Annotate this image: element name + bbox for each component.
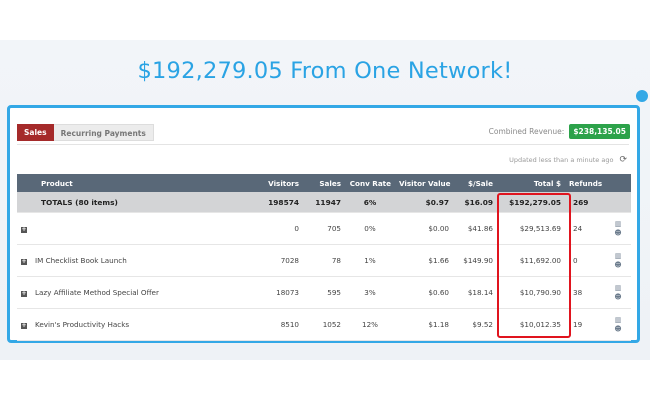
- sales-table: Product Visitors Sales Conv Rate Visitor…: [17, 174, 631, 341]
- row-refunds: 19: [565, 308, 605, 341]
- col-refunds[interactable]: Refunds: [565, 174, 605, 192]
- row-total: $10,012.35: [497, 308, 565, 341]
- tab-sales[interactable]: Sales: [17, 124, 54, 141]
- chart-icon[interactable]: ▥: [615, 252, 622, 260]
- totals-refunds: 269: [565, 192, 605, 213]
- totals-visitors: 198574: [245, 192, 303, 213]
- row-visitor-value: $1.18: [395, 308, 453, 341]
- row-actions: ▥ ☻: [605, 244, 631, 277]
- col-total[interactable]: Total $: [497, 174, 565, 192]
- row-total: $29,513.69: [497, 212, 565, 245]
- update-status-text: Updated less than a minute ago: [509, 156, 614, 164]
- row-visitor-value: $1.66: [395, 244, 453, 277]
- row-product: Lazy Affiliate Method Special Offer: [35, 288, 159, 297]
- row-visitors: 0: [245, 212, 303, 245]
- users-icon[interactable]: ☻: [614, 261, 621, 269]
- row-visitor-value: $0.00: [395, 212, 453, 245]
- users-icon[interactable]: ☻: [614, 229, 621, 237]
- users-icon[interactable]: ☻: [614, 325, 621, 333]
- row-product-cell: + Kevin's Productivity Hacks: [17, 308, 245, 341]
- expand-icon[interactable]: +: [21, 323, 27, 329]
- headline: $192,279.05 From One Network!: [137, 58, 513, 84]
- col-per-sale[interactable]: $/Sale: [453, 174, 497, 192]
- col-sales[interactable]: Sales: [303, 174, 345, 192]
- row-refunds: 38: [565, 276, 605, 309]
- frame-knob: [636, 90, 648, 102]
- row-conv-rate: 0%: [345, 212, 395, 245]
- combined-revenue: Combined Revenue: $238,135.05: [489, 124, 630, 139]
- col-conv-rate[interactable]: Conv Rate: [345, 174, 395, 192]
- row-sales: 1052: [303, 308, 345, 341]
- row-actions: ▥ ☻: [605, 212, 631, 245]
- col-visitor-value[interactable]: Visitor Value: [395, 174, 453, 192]
- combined-revenue-badge: $238,135.05: [569, 124, 630, 139]
- totals-conv-rate: 6%: [345, 192, 395, 213]
- row-visitor-value: $0.60: [395, 276, 453, 309]
- table-header: Product Visitors Sales Conv Rate Visitor…: [17, 174, 631, 192]
- row-product-cell: + Lazy Affiliate Method Special Offer: [17, 276, 245, 309]
- chart-icon[interactable]: ▥: [615, 220, 622, 228]
- chart-icon[interactable]: ▥: [615, 316, 622, 324]
- row-total: $11,692.00: [497, 244, 565, 277]
- row-refunds: 0: [565, 244, 605, 277]
- table-row: + IM Checklist Book Launch 7028 78 1% $1.…: [17, 244, 631, 277]
- row-actions: ▥ ☻: [605, 276, 631, 309]
- table-row: + Kevin's Productivity Hacks 8510 1052 12…: [17, 308, 631, 341]
- chart-icon[interactable]: ▥: [615, 284, 622, 292]
- row-per-sale: $18.14: [453, 276, 497, 309]
- row-sales: 78: [303, 244, 345, 277]
- tab-recurring-payments[interactable]: Recurring Payments: [53, 124, 154, 141]
- col-visitors[interactable]: Visitors: [245, 174, 303, 192]
- row-visitors: 8510: [245, 308, 303, 341]
- expand-icon[interactable]: +: [21, 227, 27, 233]
- row-conv-rate: 3%: [345, 276, 395, 309]
- col-actions: [605, 174, 631, 192]
- row-product-cell: +: [17, 212, 245, 245]
- expand-icon[interactable]: +: [21, 291, 27, 297]
- combined-revenue-label: Combined Revenue:: [488, 127, 565, 136]
- divider: [17, 144, 629, 145]
- row-refunds: 24: [565, 212, 605, 245]
- expand-icon[interactable]: +: [21, 259, 27, 265]
- totals-product: TOTALS (80 items): [17, 192, 245, 213]
- row-per-sale: $9.52: [453, 308, 497, 341]
- users-icon[interactable]: ☻: [614, 293, 621, 301]
- totals-total: $192,279.05: [497, 192, 565, 213]
- row-conv-rate: 12%: [345, 308, 395, 341]
- totals-sales: 11947: [303, 192, 345, 213]
- row-total: $10,790.90: [497, 276, 565, 309]
- row-product-cell: + IM Checklist Book Launch: [17, 244, 245, 277]
- totals-row: TOTALS (80 items) 198574 11947 6% $0.97 …: [17, 192, 631, 213]
- row-per-sale: $41.86: [453, 212, 497, 245]
- row-conv-rate: 1%: [345, 244, 395, 277]
- table-row: + 0 705 0% $0.00 $41.86 $29,513.69 24 ▥ ☻: [17, 212, 631, 245]
- dashboard-card: Sales Recurring Payments Combined Revenu…: [7, 105, 640, 343]
- tab-bar: Sales Recurring Payments: [17, 124, 154, 141]
- refresh-icon[interactable]: ⟳: [619, 155, 627, 165]
- row-actions: ▥ ☻: [605, 308, 631, 341]
- row-product: IM Checklist Book Launch: [35, 256, 127, 265]
- row-sales: 595: [303, 276, 345, 309]
- row-product: Kevin's Productivity Hacks: [35, 320, 130, 329]
- totals-visitor-value: $0.97: [395, 192, 453, 213]
- row-visitors: 7028: [245, 244, 303, 277]
- totals-actions: [605, 192, 631, 213]
- row-sales: 705: [303, 212, 345, 245]
- col-product[interactable]: Product: [17, 174, 245, 192]
- update-status: Updated less than a minute ago ⟳: [509, 155, 627, 165]
- table-row: + Lazy Affiliate Method Special Offer 180…: [17, 276, 631, 309]
- row-per-sale: $149.90: [453, 244, 497, 277]
- totals-per-sale: $16.09: [453, 192, 497, 213]
- row-visitors: 18073: [245, 276, 303, 309]
